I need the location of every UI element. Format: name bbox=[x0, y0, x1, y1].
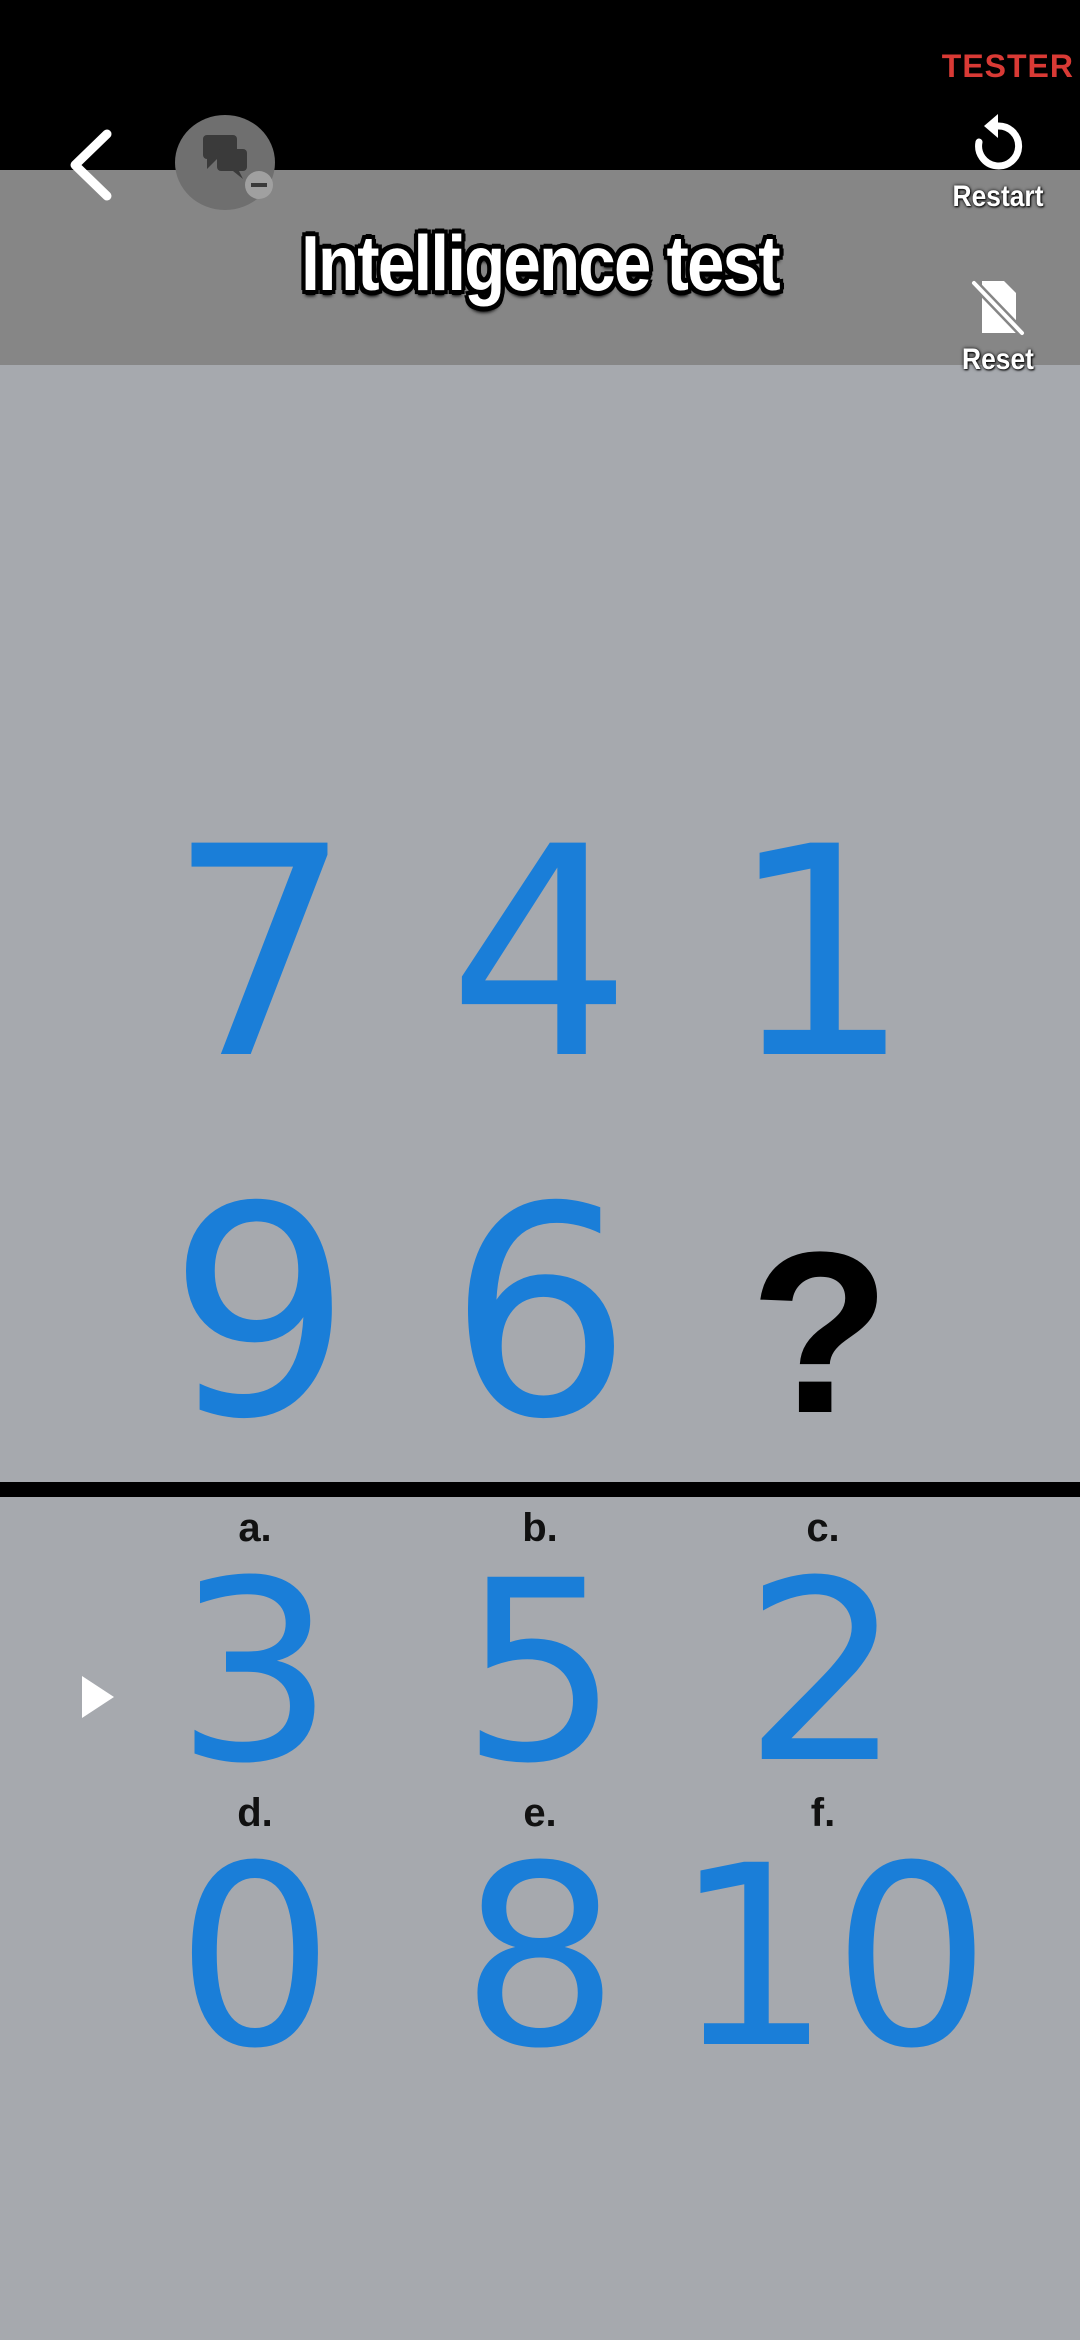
option-b[interactable]: 5 bbox=[390, 1548, 690, 1798]
option-a[interactable]: 3 bbox=[105, 1548, 405, 1798]
reset-icon bbox=[969, 278, 1027, 338]
puzzle-number-r1c3: 1 bbox=[727, 786, 913, 1123]
chat-toggle-button[interactable] bbox=[175, 115, 285, 210]
puzzle-number-r2c2: 6 bbox=[447, 1146, 633, 1483]
chevron-left-icon bbox=[70, 129, 112, 201]
restart-button[interactable]: Restart bbox=[923, 112, 1073, 214]
chat-remove-icon bbox=[203, 135, 273, 199]
option-f[interactable]: 10 bbox=[673, 1833, 991, 2083]
puzzle-number-r1c2: 4 bbox=[447, 786, 633, 1123]
status-bar bbox=[0, 0, 1080, 170]
option-d[interactable]: 0 bbox=[105, 1833, 405, 2083]
question-mark: ? bbox=[749, 1204, 891, 1461]
restart-icon bbox=[975, 114, 1023, 170]
divider bbox=[0, 1482, 1080, 1497]
option-c[interactable]: 2 bbox=[673, 1548, 973, 1798]
puzzle-number-r1c1: 7 bbox=[167, 786, 353, 1123]
restart-label: Restart bbox=[952, 180, 1044, 213]
back-button[interactable] bbox=[55, 120, 135, 210]
reset-button[interactable]: Reset bbox=[923, 275, 1073, 377]
puzzle-number-r2c1: 9 bbox=[167, 1146, 353, 1483]
reset-label: Reset bbox=[962, 343, 1034, 376]
page-title: Intelligence test bbox=[301, 219, 780, 307]
option-e[interactable]: 8 bbox=[390, 1833, 690, 2083]
tester-badge: TESTER bbox=[941, 48, 1074, 84]
